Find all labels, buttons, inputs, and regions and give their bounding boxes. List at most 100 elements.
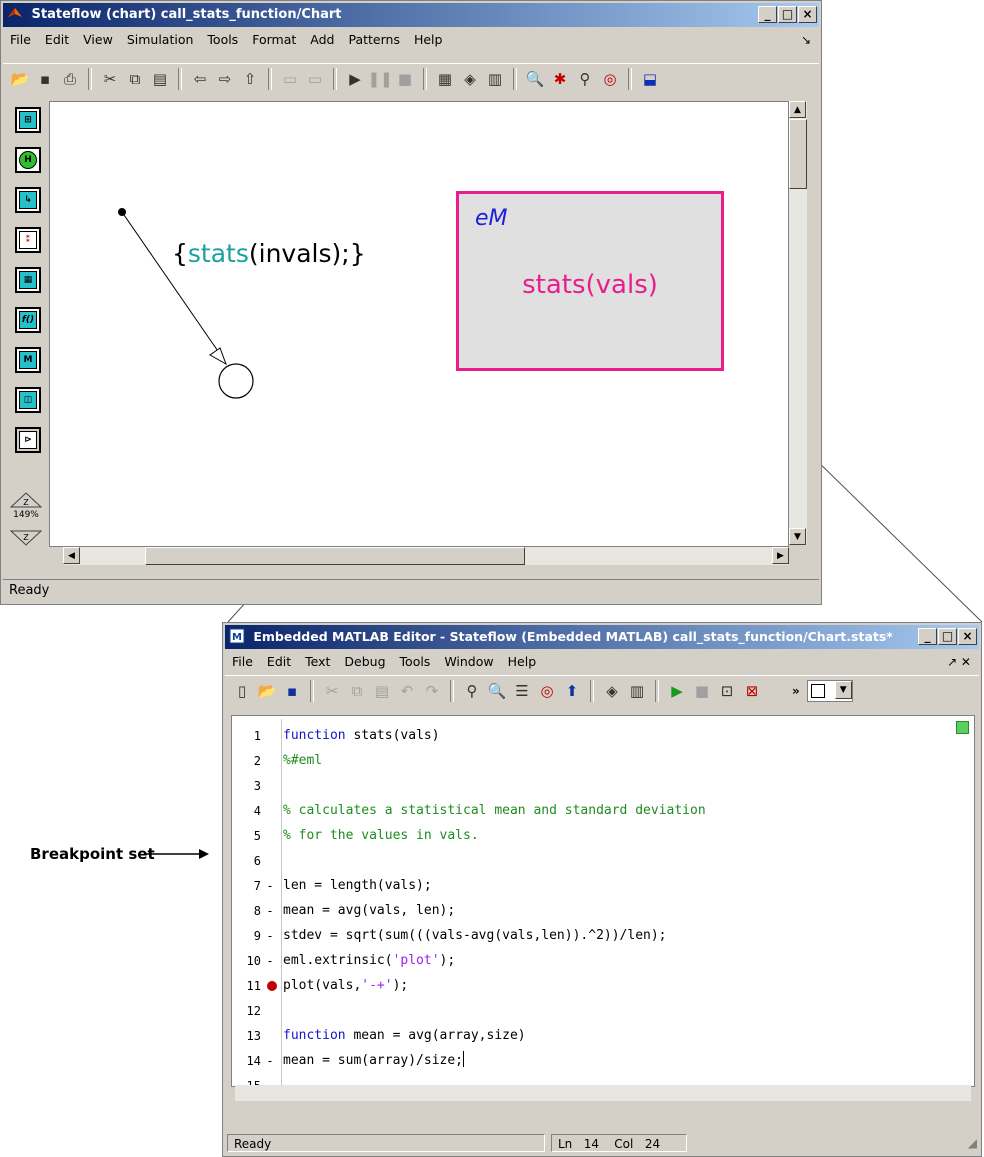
history-junction-tool-icon[interactable]: H: [15, 147, 41, 173]
copy-icon[interactable]: ⧉: [124, 68, 146, 90]
embedded-matlab-function-block[interactable]: eM stats(vals): [456, 191, 724, 371]
code-line[interactable]: eml.extrinsic('plot');: [283, 950, 455, 972]
chart-vertical-scrollbar[interactable]: ▲ ▼: [789, 101, 807, 545]
target-icon[interactable]: ◎: [599, 68, 621, 90]
editor-menu-text[interactable]: Text: [298, 652, 337, 672]
gutter-line[interactable]: 12: [233, 1000, 281, 1022]
gutter-line[interactable]: 4: [233, 800, 281, 822]
build-icon[interactable]: ◈: [601, 680, 623, 702]
vertical-scroll-thumb[interactable]: [789, 119, 807, 189]
paste-icon[interactable]: ▤: [149, 68, 171, 90]
scroll-down-icon[interactable]: ▼: [789, 528, 806, 545]
editor-menu-file[interactable]: File: [225, 652, 260, 672]
library-icon[interactable]: ◈: [459, 68, 481, 90]
executable-line-marker[interactable]: -: [265, 900, 275, 922]
editor-menu-help[interactable]: Help: [501, 652, 544, 672]
open-icon[interactable]: 📂: [9, 68, 31, 90]
scroll-up-icon[interactable]: ▲: [789, 101, 806, 118]
find-icon[interactable]: ⚲: [461, 680, 483, 702]
model-explorer-icon[interactable]: ▥: [484, 68, 506, 90]
gutter-line[interactable]: 2: [233, 750, 281, 772]
menubar-dock-icon[interactable]: ↘: [801, 29, 811, 51]
up-icon[interactable]: ⇧: [239, 68, 261, 90]
debugger-icon[interactable]: ✱: [549, 68, 571, 90]
new-file-icon[interactable]: ▯: [231, 680, 253, 702]
minimize-button[interactable]: _: [758, 6, 777, 23]
embedded-matlab-function-tool-icon[interactable]: M: [15, 347, 41, 373]
executable-line-marker[interactable]: -: [265, 925, 275, 947]
editor-vertical-scrollbar[interactable]: [953, 719, 971, 1085]
gutter-line[interactable]: 7-: [233, 875, 281, 897]
code-line[interactable]: % calculates a statistical mean and stan…: [283, 800, 706, 822]
editor-menu-edit[interactable]: Edit: [260, 652, 298, 672]
code-line[interactable]: function stats(vals): [283, 725, 440, 747]
cut-icon[interactable]: ✂: [99, 68, 121, 90]
menu-tools[interactable]: Tools: [200, 30, 245, 50]
maximize-button[interactable]: □: [778, 6, 797, 23]
start-simulation-icon[interactable]: ▶: [344, 68, 366, 90]
box-tool-icon[interactable]: ◫: [15, 387, 41, 413]
back-icon[interactable]: ⇦: [189, 68, 211, 90]
redo-icon[interactable]: ▭: [304, 68, 326, 90]
stop-icon[interactable]: ■: [394, 68, 416, 90]
code-line[interactable]: % for the values in vals.: [283, 825, 479, 847]
editor-undock-close-icons[interactable]: ↗ ✕: [947, 651, 971, 673]
menu-patterns[interactable]: Patterns: [341, 30, 406, 50]
inspect-icon[interactable]: 🔍: [486, 680, 508, 702]
undo-icon[interactable]: ▭: [279, 68, 301, 90]
set-breakpoint-icon[interactable]: ⊡: [716, 680, 738, 702]
menu-edit[interactable]: Edit: [38, 30, 76, 50]
gutter-line[interactable]: 11: [233, 975, 281, 997]
menu-help[interactable]: Help: [407, 30, 450, 50]
gutter-line[interactable]: 6: [233, 850, 281, 872]
clear-breakpoints-icon[interactable]: ⊠: [741, 680, 763, 702]
stop-icon[interactable]: ■: [691, 680, 713, 702]
layout-dropdown[interactable]: ▼: [806, 680, 853, 702]
save-icon[interactable]: ▪: [34, 68, 56, 90]
undo-icon[interactable]: ↶: [396, 680, 418, 702]
menu-simulation[interactable]: Simulation: [120, 30, 201, 50]
executable-line-marker[interactable]: -: [265, 950, 275, 972]
menu-view[interactable]: View: [76, 30, 120, 50]
line-number-gutter[interactable]: 1234567-8-9-10-11121314-15: [233, 719, 282, 1093]
run-icon[interactable]: ▶: [666, 680, 688, 702]
simulink-model-icon[interactable]: ⬓: [639, 68, 661, 90]
cut-icon[interactable]: ✂: [321, 680, 343, 702]
forward-icon[interactable]: ⇨: [214, 68, 236, 90]
build-icon[interactable]: ▦: [434, 68, 456, 90]
code-line[interactable]: plot(vals,'-+');: [283, 975, 408, 997]
menu-format[interactable]: Format: [245, 30, 303, 50]
go-to-chart-icon[interactable]: ⬆: [561, 680, 583, 702]
paste-icon[interactable]: ▤: [371, 680, 393, 702]
code-editor[interactable]: function stats(vals) %#eml % calculates a …: [283, 719, 948, 1085]
print-icon[interactable]: ⎙: [59, 68, 81, 90]
chart-horizontal-scrollbar[interactable]: ◀ ▶: [63, 547, 789, 565]
explorer-icon[interactable]: 🔍: [524, 68, 546, 90]
editor-menu-window[interactable]: Window: [437, 652, 500, 672]
open-file-icon[interactable]: 📂: [256, 680, 278, 702]
horizontal-scroll-thumb[interactable]: [145, 547, 525, 565]
gutter-line[interactable]: 5: [233, 825, 281, 847]
close-button[interactable]: ×: [798, 6, 817, 23]
target-icon[interactable]: ◎: [536, 680, 558, 702]
executable-line-marker[interactable]: -: [265, 875, 275, 897]
breakpoint-icon[interactable]: [267, 981, 277, 991]
pause-icon[interactable]: ❚❚: [367, 68, 392, 90]
resize-grip-icon[interactable]: ◢: [968, 1132, 977, 1154]
code-analyzer-ok-icon[interactable]: [956, 721, 969, 734]
stateflow-titlebar[interactable]: Stateflow (chart) call_stats_function/Ch…: [3, 3, 819, 27]
state-tool-icon[interactable]: ⊞: [15, 107, 41, 133]
find-icon[interactable]: ⚲: [574, 68, 596, 90]
list-icon[interactable]: ☰: [511, 680, 533, 702]
code-line[interactable]: stdev = sqrt(sum(((vals-avg(vals,len)).^…: [283, 925, 667, 947]
editor-titlebar[interactable]: M Embedded MATLAB Editor - Stateflow (Em…: [225, 625, 979, 649]
scroll-left-icon[interactable]: ◀: [63, 547, 80, 564]
save-file-icon[interactable]: ▪: [281, 680, 303, 702]
editor-close-button[interactable]: ×: [958, 628, 977, 645]
gutter-line[interactable]: 1: [233, 725, 281, 747]
menu-file[interactable]: File: [3, 30, 38, 50]
menu-add[interactable]: Add: [303, 30, 341, 50]
connective-junction-tool-icon[interactable]: ⁑: [15, 227, 41, 253]
gutter-line[interactable]: 3: [233, 775, 281, 797]
simulink-function-tool-icon[interactable]: ⊳: [15, 427, 41, 453]
